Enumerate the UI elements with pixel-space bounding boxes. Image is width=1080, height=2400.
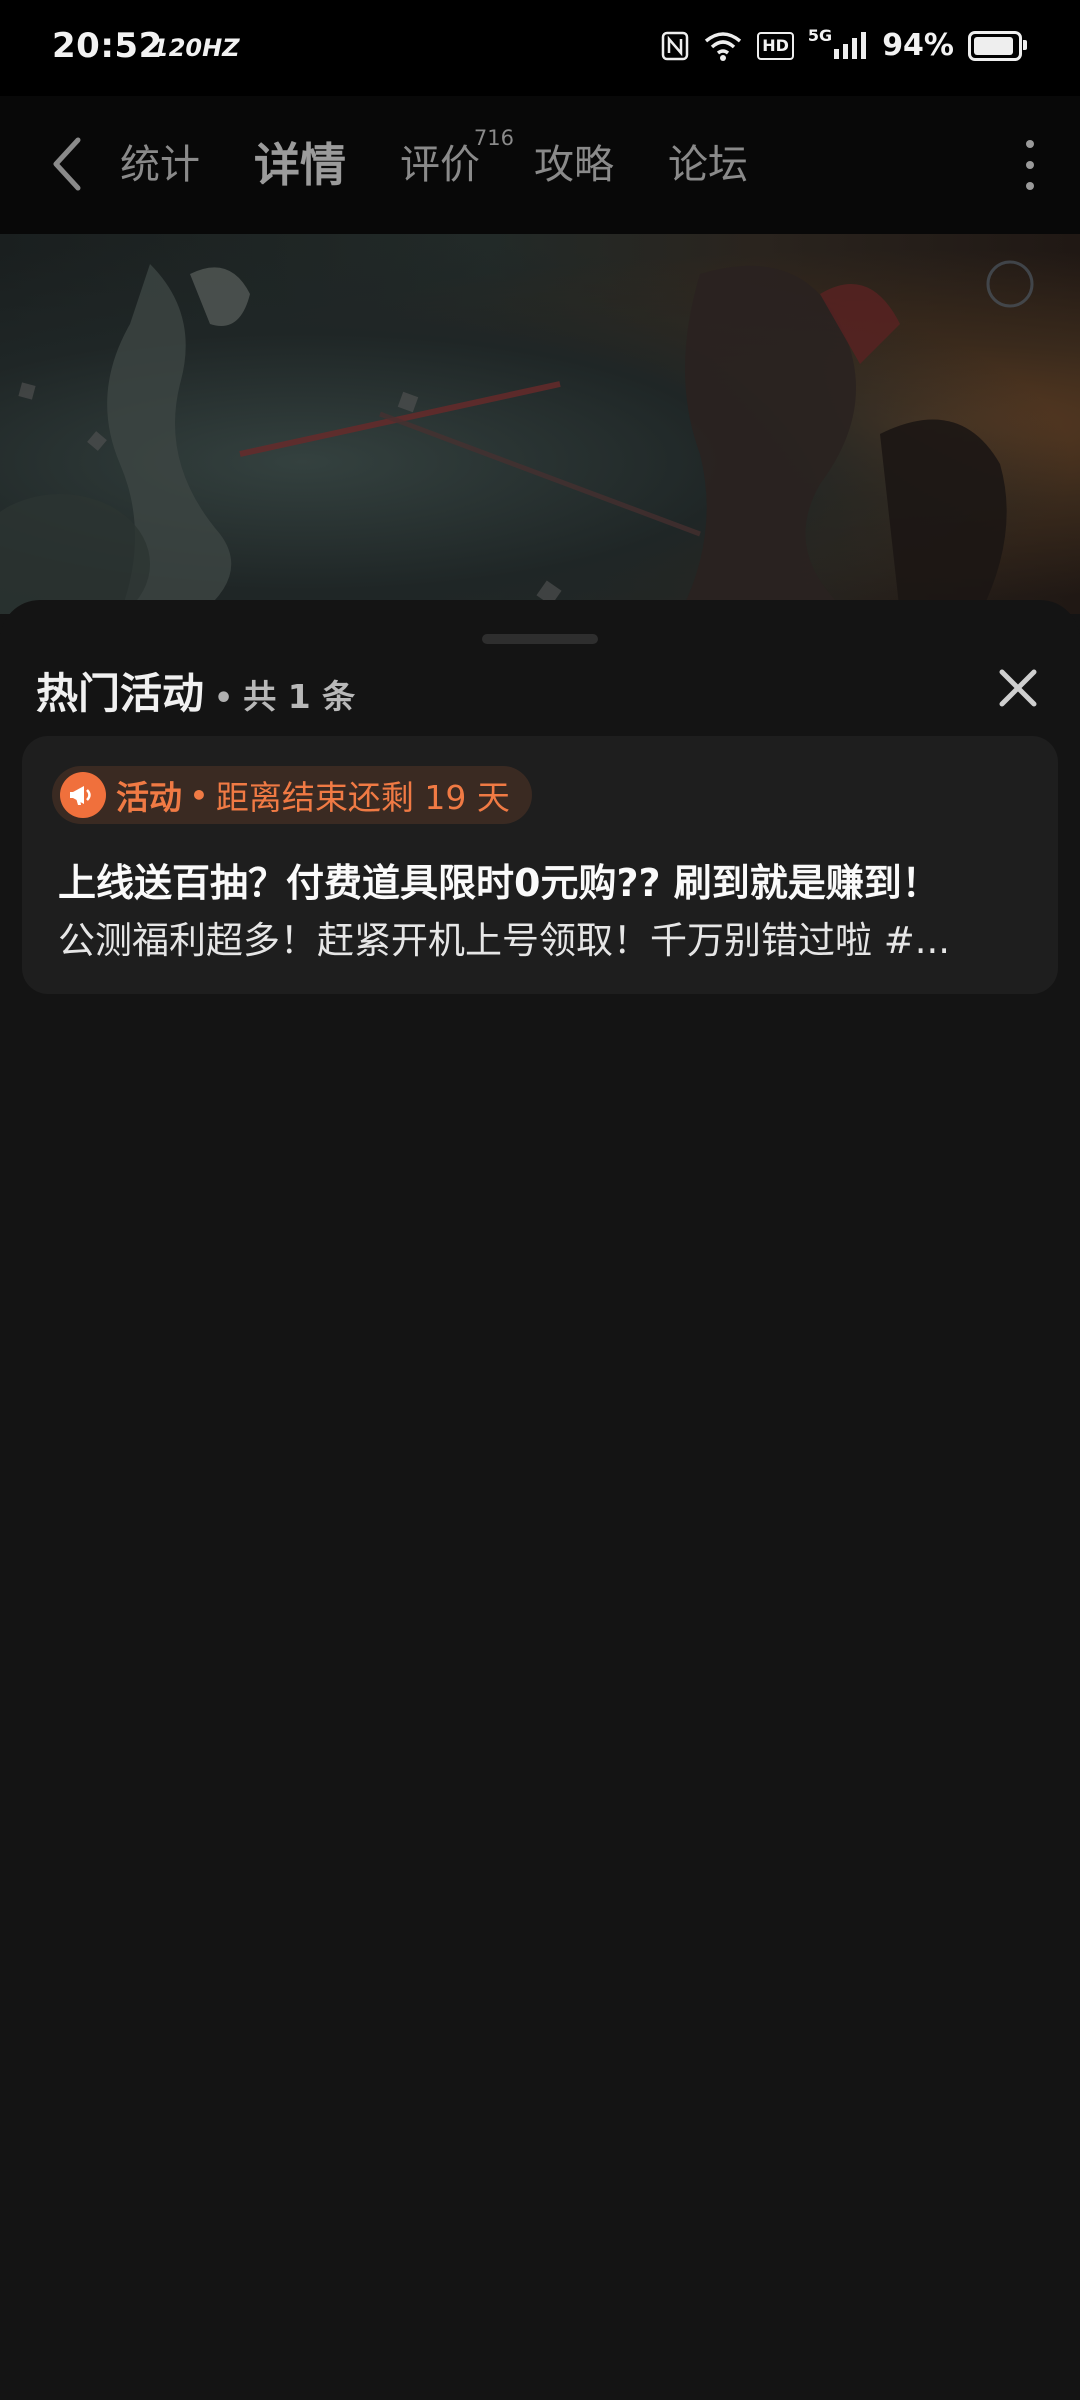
hd-icon: HD bbox=[757, 31, 794, 60]
wifi-icon bbox=[703, 30, 743, 62]
review-count-badge: 716 bbox=[473, 126, 514, 150]
tab-bar: 统计 详情 评价 716 攻略 论坛 bbox=[120, 126, 802, 198]
activity-remaining-time: 距离结束还剩 19 天 bbox=[215, 778, 510, 817]
sheet-drag-handle[interactable] bbox=[482, 634, 598, 644]
activity-card[interactable]: 活动 • 距离结束还剩 19 天 上线送百抽？付费道具限时0元购?? 刷到就是赚… bbox=[22, 736, 1058, 994]
activity-description: 公测福利超多！赶紧开机上号领取！千万别错过啦 #... bbox=[58, 919, 951, 962]
tab-details[interactable]: 详情 bbox=[254, 132, 346, 198]
signal-icon: 5G bbox=[808, 26, 868, 61]
close-button[interactable] bbox=[996, 666, 1040, 710]
nfc-icon bbox=[661, 31, 689, 61]
back-button[interactable] bbox=[44, 134, 94, 194]
tab-stats[interactable]: 统计 bbox=[120, 132, 200, 198]
status-icons: HD 5G 94% bbox=[661, 26, 1027, 63]
banner-artwork bbox=[0, 260, 1034, 614]
activity-tag-label: 活动 bbox=[116, 778, 182, 817]
activity-tag-separator: • bbox=[190, 778, 208, 812]
screen: 20:52 120HZ HD 5G 94% 统计 详情 评价 716 攻略 论坛… bbox=[0, 0, 1080, 2400]
battery-percent: 94% bbox=[882, 28, 954, 63]
sheet-count: 共 1 条 bbox=[243, 677, 356, 716]
tab-label: 论坛 bbox=[668, 142, 748, 188]
status-time: 20:52 bbox=[52, 26, 163, 66]
battery-icon bbox=[968, 30, 1027, 61]
top-nav: 统计 详情 评价 716 攻略 论坛 bbox=[0, 96, 1080, 234]
tab-label: 详情 bbox=[254, 138, 346, 192]
back-arrow-icon bbox=[53, 137, 81, 191]
sheet-separator: • bbox=[214, 681, 234, 716]
activities-sheet: 热门活动 • 共 1 条 活动 • 距离结束还剩 19 天 上线送百抽？付费道具… bbox=[0, 600, 1080, 2400]
activity-tag: 活动 • 距离结束还剩 19 天 bbox=[52, 766, 532, 824]
sheet-header: 热门活动 • 共 1 条 bbox=[36, 660, 355, 721]
status-bar: 20:52 120HZ HD 5G 94% bbox=[0, 0, 1080, 96]
close-icon bbox=[999, 669, 1037, 707]
tab-label: 攻略 bbox=[534, 142, 614, 188]
game-banner-image bbox=[0, 234, 1080, 614]
sheet-title: 热门活动 bbox=[36, 669, 205, 718]
tab-reviews[interactable]: 评价 716 bbox=[400, 126, 514, 198]
tab-label: 统计 bbox=[120, 142, 200, 188]
network-type: 5G bbox=[807, 26, 833, 45]
megaphone-icon bbox=[60, 772, 106, 818]
battery-fill bbox=[974, 36, 1014, 55]
tab-forum[interactable]: 论坛 bbox=[668, 132, 748, 198]
tab-label: 评价 bbox=[400, 142, 480, 188]
activity-title: 上线送百抽？付费道具限时0元购?? 刷到就是赚到！ bbox=[58, 861, 940, 905]
more-vertical-icon[interactable] bbox=[1018, 140, 1042, 190]
refresh-rate: 120HZ bbox=[152, 34, 240, 62]
tab-guides[interactable]: 攻略 bbox=[534, 132, 614, 198]
